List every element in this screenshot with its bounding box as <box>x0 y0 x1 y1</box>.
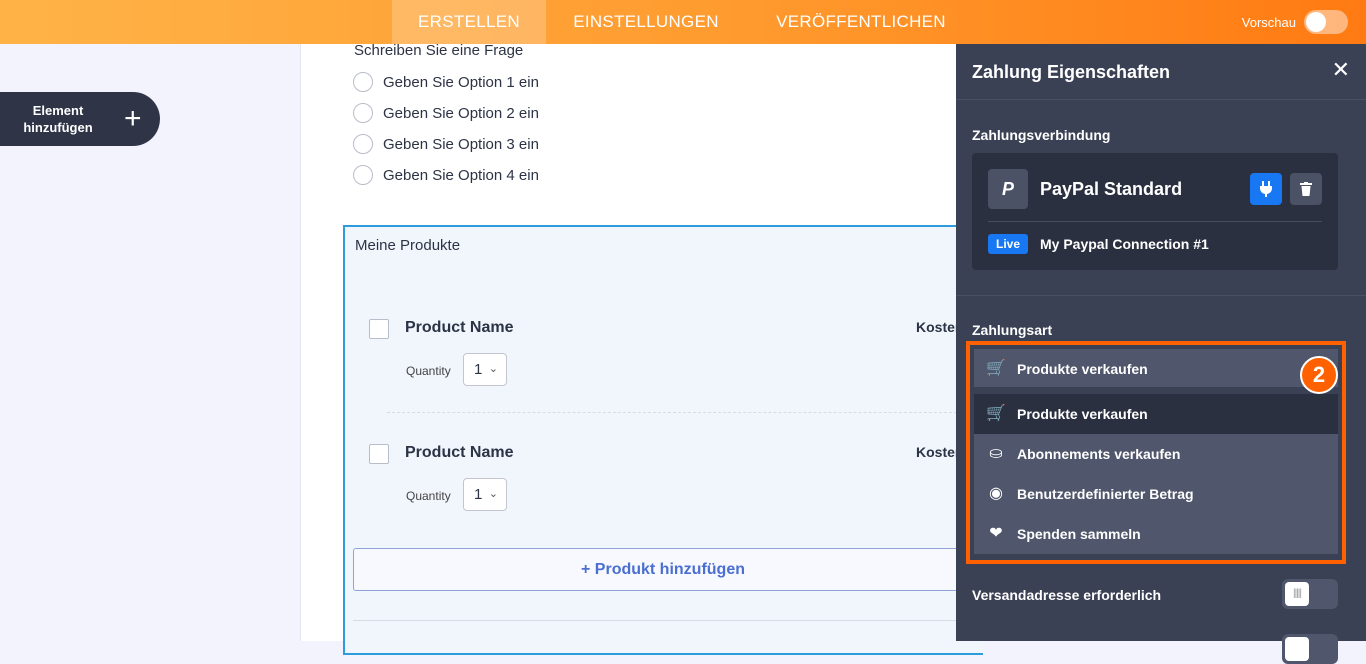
tab-veroeffentlichen[interactable]: VERÖFFENTLICHEN <box>762 0 960 44</box>
question-label[interactable]: Schreiben Sie eine Frage <box>354 42 523 59</box>
selected-payment-type: Produkte verkaufen <box>1017 361 1148 377</box>
dropdown-option-spenden[interactable]: ❤ Spenden sammeln <box>974 514 1338 554</box>
radio-button[interactable] <box>353 165 373 185</box>
dropdown-option-produkte[interactable]: 🛒 Produkte verkaufen <box>974 394 1338 434</box>
option-label: Geben Sie Option 4 ein <box>383 166 539 184</box>
preview-control: Vorschau <box>1242 0 1366 44</box>
radio-button[interactable] <box>353 103 373 123</box>
trash-icon[interactable] <box>1290 173 1322 205</box>
gateway-name: PayPal Standard <box>1040 179 1183 199</box>
settings-toggle[interactable] <box>1282 634 1338 664</box>
toggle-knob: ||||| <box>1285 582 1309 606</box>
add-product-button[interactable]: + Produkt hinzufügen <box>353 548 973 591</box>
shipping-label: Versandadresse erforderlich <box>972 587 1162 603</box>
live-badge: Live <box>988 234 1028 254</box>
quantity-value: 1 <box>474 486 483 503</box>
payment-connection-card: P PayPal Standard Live My Paypal Connect… <box>972 153 1338 270</box>
top-navigation-bar: ERSTELLEN EINSTELLUNGEN VERÖFFENTLICHEN … <box>0 0 1366 44</box>
radio-button[interactable] <box>353 72 373 92</box>
coins-icon: ⛀ <box>989 445 1003 462</box>
heart-icon: ❤ <box>989 525 1003 542</box>
section-divider <box>353 620 973 621</box>
shipping-toggle[interactable]: ||||| <box>1282 579 1338 609</box>
step-badge: 2 <box>1300 356 1338 394</box>
option-1[interactable]: Geben Sie Option 1 ein <box>353 72 539 92</box>
tab-erstellen[interactable]: ERSTELLEN <box>392 0 546 44</box>
product-checkbox[interactable] <box>369 444 389 464</box>
card-divider <box>988 221 1322 222</box>
payment-properties-panel: Zahlung Eigenschaften ✕ Zahlungsverbindu… <box>956 44 1366 664</box>
form-canvas: Schreiben Sie eine Frage Geben Sie Optio… <box>300 42 983 655</box>
radio-button[interactable] <box>353 134 373 154</box>
option-4[interactable]: Geben Sie Option 4 ein <box>353 165 539 185</box>
add-element-button[interactable]: Element hinzufügen + <box>0 92 160 146</box>
connection-name: My Paypal Connection #1 <box>1040 236 1209 252</box>
preview-label: Vorschau <box>1241 14 1296 30</box>
payment-type-dropdown-highlight: 🛒 Produkte verkaufen 🛒 Produkte verkaufe… <box>966 341 1346 564</box>
left-sidebar: Element hinzufügen + <box>0 44 300 641</box>
payment-type-select[interactable]: 🛒 Produkte verkaufen <box>974 349 1338 387</box>
payment-type-label: Zahlungsart <box>972 322 1053 338</box>
quantity-label: Quantity <box>406 489 451 503</box>
option-label: Benutzerdefinierter Betrag <box>1017 486 1194 502</box>
section-divider <box>956 295 1366 296</box>
products-field[interactable]: Meine Produkte Product Name Koster Quant… <box>343 225 983 655</box>
plus-icon: + <box>124 102 142 135</box>
option-label: Abonnements verkaufen <box>1017 446 1181 462</box>
product-checkbox[interactable] <box>369 319 389 339</box>
quantity-label: Quantity <box>406 364 451 378</box>
cart-icon: 🛒 <box>986 360 1006 377</box>
option-label: Produkte verkaufen <box>1017 406 1148 422</box>
chevron-down-icon: ⌄ <box>488 488 498 500</box>
option-label: Spenden sammeln <box>1017 526 1141 542</box>
option-label: Geben Sie Option 2 ein <box>383 104 539 122</box>
product-name: Product Name <box>405 444 514 461</box>
dropdown-option-abonnements[interactable]: ⛀ Abonnements verkaufen <box>974 434 1338 474</box>
product-cost-label: Koster <box>916 444 961 460</box>
panel-header: Zahlung Eigenschaften ✕ <box>956 44 1366 100</box>
option-2[interactable]: Geben Sie Option 2 ein <box>353 103 539 123</box>
product-cost-label: Koster <box>916 319 961 335</box>
product-name: Product Name <box>405 319 514 336</box>
cart-icon: 🛒 <box>986 405 1006 422</box>
plug-icon[interactable] <box>1250 173 1282 205</box>
product-divider <box>387 412 967 413</box>
toggle-knob <box>1306 12 1326 32</box>
paypal-logo-icon: P <box>988 169 1028 209</box>
option-label: Geben Sie Option 1 ein <box>383 73 539 91</box>
add-element-label: Element hinzufügen <box>23 103 93 135</box>
products-title: Meine Produkte <box>355 237 461 254</box>
option-3[interactable]: Geben Sie Option 3 ein <box>353 134 539 154</box>
quantity-select[interactable]: 1 ⌄ <box>463 478 507 511</box>
option-label: Geben Sie Option 3 ein <box>383 135 539 153</box>
tab-einstellungen[interactable]: EINSTELLUNGEN <box>560 0 732 44</box>
panel-title: Zahlung Eigenschaften <box>972 62 1171 82</box>
coin-one-icon: ◉ <box>989 485 1003 502</box>
quantity-value: 1 <box>474 361 483 378</box>
chevron-down-icon: ⌄ <box>488 363 498 375</box>
preview-toggle[interactable] <box>1304 10 1348 34</box>
dropdown-option-benutzerdefiniert[interactable]: ◉ Benutzerdefinierter Betrag <box>974 474 1338 514</box>
quantity-select[interactable]: 1 ⌄ <box>463 353 507 386</box>
close-icon[interactable]: ✕ <box>1332 58 1350 82</box>
connection-section-label: Zahlungsverbindung <box>972 127 1111 143</box>
